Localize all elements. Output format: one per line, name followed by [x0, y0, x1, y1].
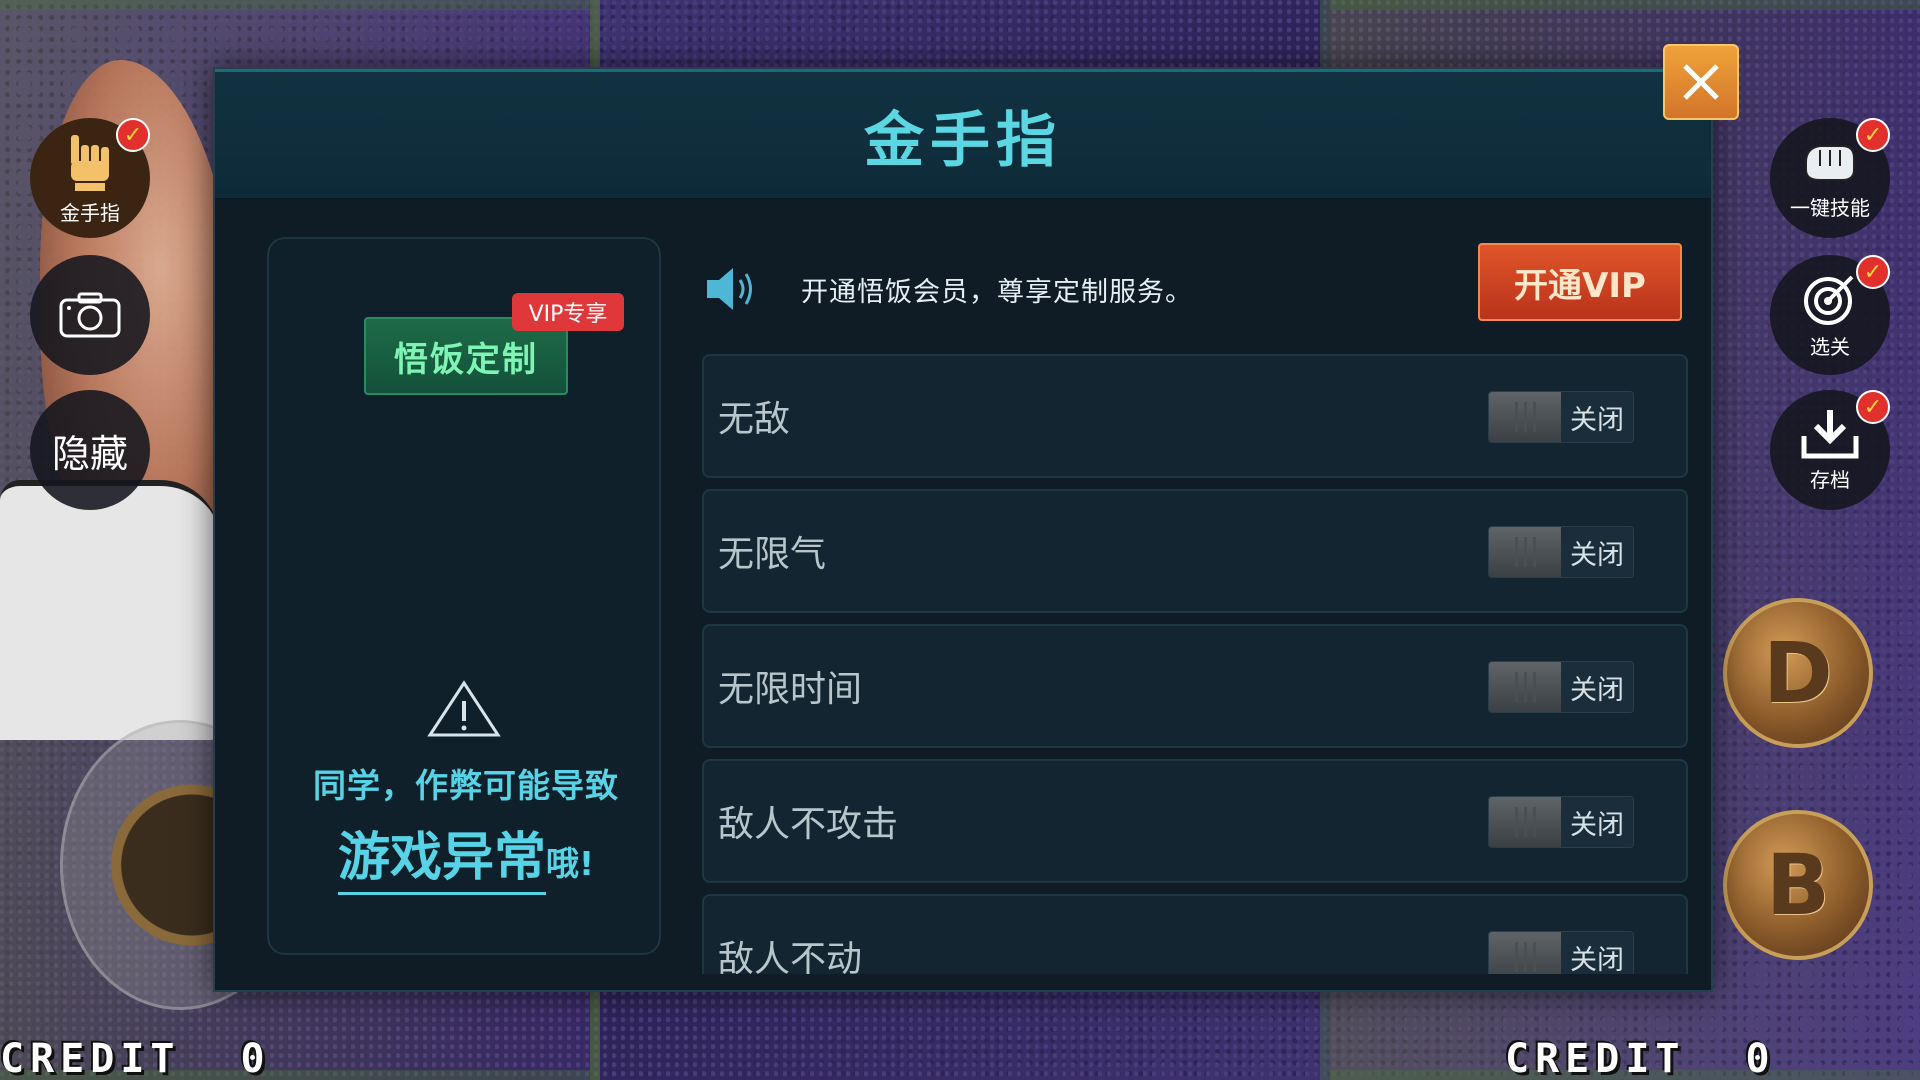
speaker-icon — [707, 268, 752, 310]
cheat-row-infinite-energy: 无限气 关闭 — [702, 489, 1688, 613]
screenshot-button[interactable] — [30, 255, 150, 375]
custom-panel: 悟饭定制 VIP专享 同学，作弊可能导致 游戏异常哦! — [267, 237, 661, 955]
cheat-list: 无敌 关闭 无限气 关闭 无限时间 关闭 敌人不攻击 关闭 敌人不动 关闭 — [702, 354, 1688, 974]
camera-icon — [59, 292, 121, 338]
vip-notice-text: 开通悟饭会员，尊享定制服务。 — [801, 276, 1193, 308]
close-button[interactable] — [1663, 44, 1739, 120]
toggle-state: 关闭 — [1561, 662, 1633, 712]
hide-button[interactable]: 隐藏 — [30, 390, 150, 510]
fighter-cloth — [0, 480, 220, 740]
toggle-state: 关闭 — [1561, 527, 1633, 577]
d-key-button[interactable]: D — [1723, 598, 1873, 748]
hand-icon — [71, 134, 109, 191]
credit-right: CREDIT 0 — [1505, 1036, 1776, 1080]
warning-tail: 哦! — [545, 844, 595, 883]
golden-finger-button[interactable]: 金手指 ✓ — [30, 118, 150, 238]
cheat-toggle[interactable]: 关闭 — [1488, 526, 1634, 578]
check-badge-icon: ✓ — [116, 118, 150, 152]
toggle-state: 关闭 — [1561, 932, 1633, 974]
credit-right-value: 0 — [1745, 1036, 1776, 1080]
warning-emphasis: 游戏异常 — [337, 815, 546, 895]
warning-icon — [427, 680, 501, 737]
open-vip-button[interactable]: 开通VIP — [1478, 243, 1682, 321]
cheat-toggle[interactable]: 关闭 — [1488, 391, 1634, 443]
download-icon — [1801, 409, 1859, 458]
vip-exclusive-badge: VIP专享 — [512, 293, 624, 331]
toggle-state: 关闭 — [1561, 797, 1633, 847]
modal-header: 金手指 — [215, 69, 1711, 199]
check-badge-icon: ✓ — [1856, 255, 1890, 289]
fist-icon — [1805, 144, 1855, 181]
cheat-row-enemy-no-attack: 敌人不攻击 关闭 — [702, 759, 1688, 883]
select-stage-button[interactable]: 选关 ✓ — [1770, 255, 1890, 375]
modal-title: 金手指 — [864, 105, 1062, 176]
toggle-knob — [1489, 932, 1561, 974]
credit-right-label: CREDIT — [1505, 1036, 1686, 1080]
cheat-label: 无限时间 — [718, 669, 863, 710]
cheat-label: 敌人不攻击 — [718, 804, 899, 845]
toggle-knob — [1489, 662, 1561, 712]
credit-left: CREDIT 0 — [0, 1036, 271, 1080]
b-key-button[interactable]: B — [1723, 810, 1873, 960]
golden-finger-modal: 金手指 悟饭定制 VIP专享 同学，作弊可能导致 游戏异常哦! 开通悟饭会员，尊… — [213, 67, 1713, 992]
golden-finger-label: 金手指 — [60, 200, 120, 225]
one-click-skill-label: 一键技能 — [1790, 195, 1870, 220]
check-badge-icon: ✓ — [1856, 118, 1890, 152]
cheat-row-invincible: 无敌 关闭 — [702, 354, 1688, 478]
check-badge-icon: ✓ — [1856, 390, 1890, 424]
cheat-toggle[interactable]: 关闭 — [1488, 661, 1634, 713]
credit-left-value: 0 — [240, 1036, 271, 1080]
select-stage-label: 选关 — [1810, 334, 1850, 359]
toggle-knob — [1489, 392, 1561, 442]
save-state-button[interactable]: 存档 ✓ — [1770, 390, 1890, 510]
save-state-label: 存档 — [1810, 467, 1850, 492]
toggle-knob — [1489, 797, 1561, 847]
hide-label: 隐藏 — [51, 431, 128, 476]
cheat-toggle[interactable]: 关闭 — [1488, 931, 1634, 974]
cheat-warning: 同学，作弊可能导致 游戏异常哦! — [269, 759, 663, 895]
toggle-knob — [1489, 527, 1561, 577]
warning-line1: 同学，作弊可能导致 — [313, 766, 619, 805]
warning-line2: 游戏异常哦! — [269, 815, 663, 895]
cheat-row-infinite-time: 无限时间 关闭 — [702, 624, 1688, 748]
cheat-label: 无限气 — [718, 534, 827, 575]
one-click-skill-button[interactable]: 一键技能 ✓ — [1770, 118, 1890, 238]
target-icon — [1804, 275, 1854, 325]
cheat-label: 无敌 — [718, 399, 791, 440]
close-icon — [1683, 64, 1719, 100]
cheat-label: 敌人不动 — [718, 939, 863, 974]
toggle-state: 关闭 — [1561, 392, 1633, 442]
cheat-row-enemy-frozen: 敌人不动 关闭 — [702, 894, 1688, 974]
credit-left-label: CREDIT — [0, 1036, 181, 1080]
cheat-toggle[interactable]: 关闭 — [1488, 796, 1634, 848]
